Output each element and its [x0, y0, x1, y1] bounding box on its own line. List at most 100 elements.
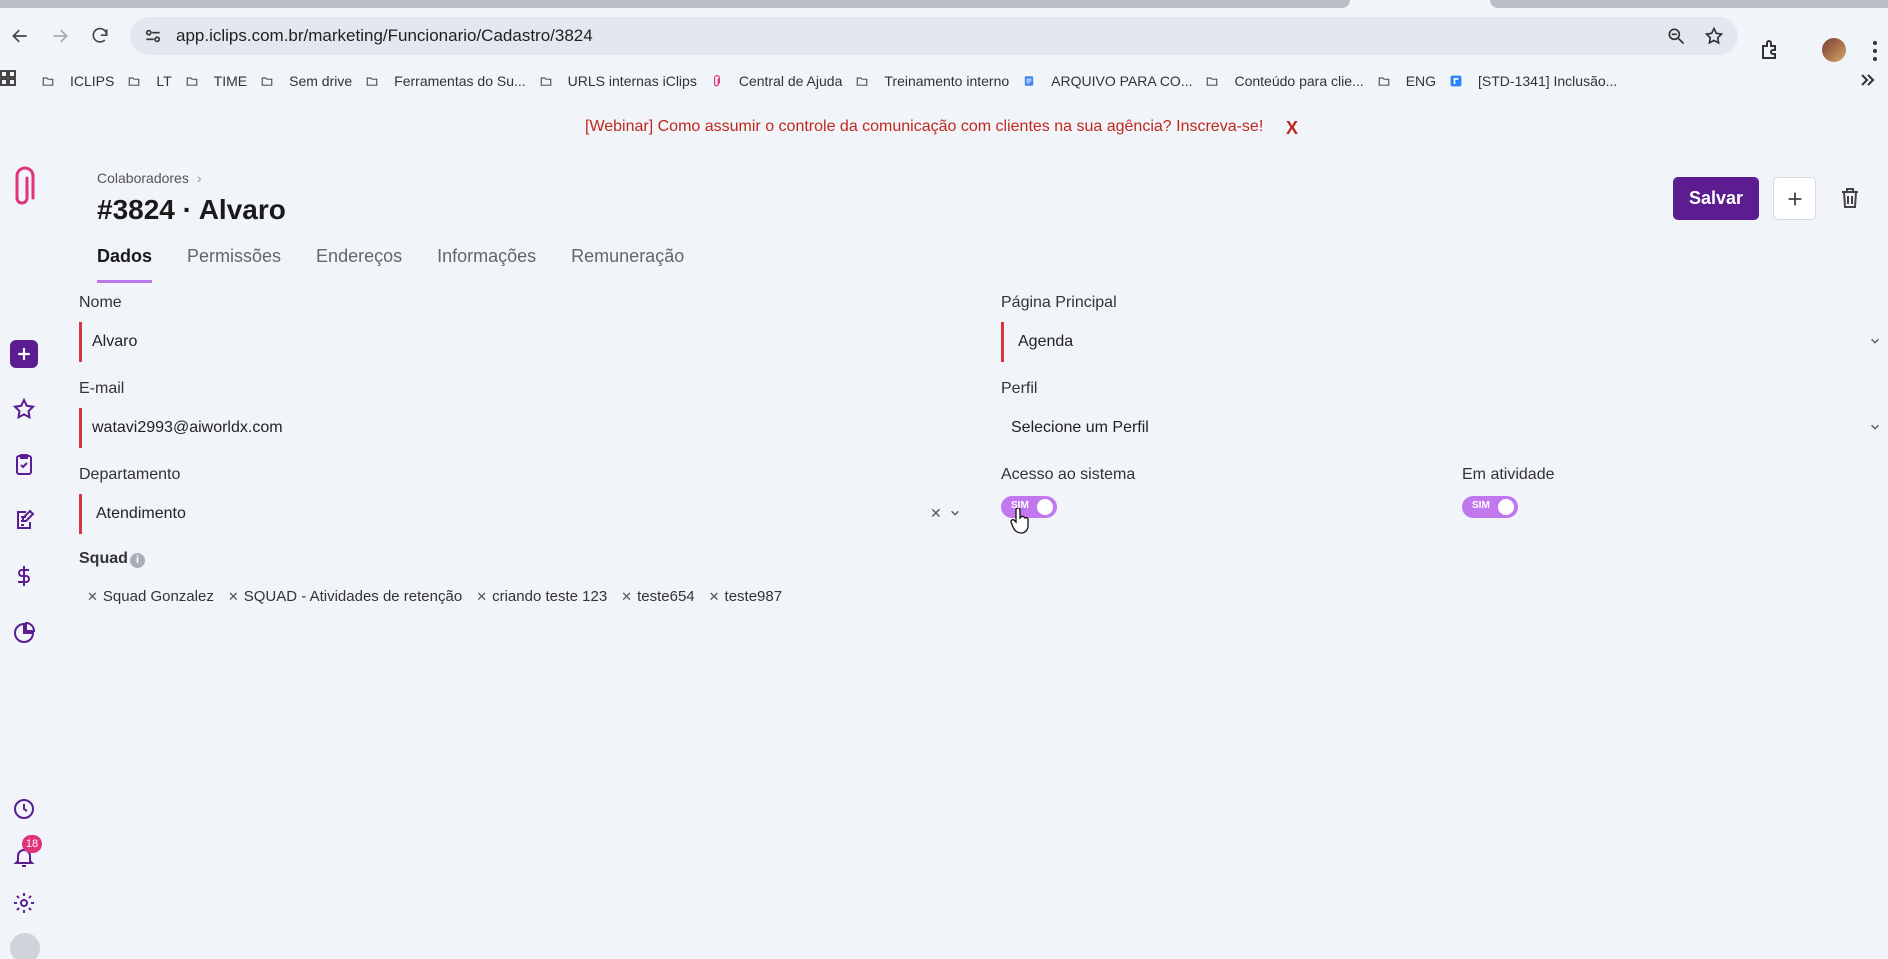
chevron-down-icon[interactable] — [1869, 334, 1883, 348]
gear-icon[interactable] — [10, 889, 38, 917]
url-text[interactable]: app.iclips.com.br/marketing/Funcionario/… — [176, 26, 593, 46]
atividade-label: Em atividade — [1462, 466, 1555, 483]
clear-icon[interactable]: ✕ — [930, 505, 942, 522]
back-icon[interactable] — [0, 16, 40, 56]
folder-icon — [366, 71, 386, 91]
pagina-principal-value[interactable]: Agenda — [1018, 333, 1073, 351]
bookmark-item[interactable]: Ferramentas do Su... — [366, 71, 526, 91]
browser-tab[interactable] — [0, 0, 1350, 8]
banner-close-button[interactable]: X — [1286, 118, 1298, 139]
bookmark-label[interactable]: LT — [156, 73, 171, 89]
bookmark-item[interactable]: Treinamento interno — [856, 71, 1009, 91]
bookmark-label[interactable]: ENG — [1406, 73, 1436, 89]
iclips-logo-icon[interactable] — [10, 166, 36, 210]
tab-bar: Dados Permissões Endereços Informações R… — [97, 246, 719, 283]
tab-dados[interactable]: Dados — [97, 246, 153, 283]
info-icon[interactable]: i — [130, 553, 145, 568]
jira-icon — [1450, 71, 1470, 91]
chevron-down-icon[interactable] — [1869, 420, 1883, 434]
clipboard-check-icon[interactable] — [10, 450, 38, 478]
atividade-toggle[interactable]: SIM — [1462, 496, 1518, 518]
tab-enderecos[interactable]: Endereços — [316, 246, 402, 283]
trash-icon[interactable] — [1834, 182, 1866, 214]
bookmark-label[interactable]: Central de Ajuda — [739, 73, 843, 89]
remove-chip-icon[interactable]: ✕ — [709, 589, 720, 605]
extensions-icon[interactable] — [1758, 38, 1782, 62]
bookmark-item[interactable]: [STD-1341] Inclusão... — [1450, 71, 1617, 91]
bookmark-item[interactable]: LT — [128, 71, 172, 91]
toggle-knob — [1498, 499, 1514, 515]
squad-chip: ✕ SQUAD - Atividades de retenção — [228, 588, 462, 605]
chip-label: teste654 — [637, 588, 695, 605]
zoom-icon[interactable] — [1666, 26, 1686, 46]
email-field[interactable]: watavi2993@aiworldx.com — [79, 408, 959, 448]
browser-menu-icon[interactable] — [1872, 40, 1878, 62]
clock-icon[interactable] — [10, 795, 38, 823]
breadcrumb-link[interactable]: Colaboradores — [97, 170, 189, 186]
add-button[interactable] — [1773, 177, 1816, 220]
tab-permissoes[interactable]: Permissões — [187, 246, 281, 283]
banner-text[interactable]: [Webinar] Como assumir o controle da com… — [585, 118, 1263, 136]
bookmark-item[interactable]: ENG — [1378, 71, 1436, 91]
tab-remuneracao[interactable]: Remuneração — [571, 246, 684, 283]
site-settings-icon[interactable] — [142, 25, 164, 47]
bookmark-item[interactable]: Central de Ajuda — [711, 71, 843, 91]
folder-icon — [42, 71, 62, 91]
squad-chip: ✕ teste987 — [709, 588, 782, 605]
star-icon[interactable] — [10, 395, 38, 423]
nome-label: Nome — [79, 294, 122, 311]
browser-tab[interactable] — [1490, 0, 1888, 8]
bookmark-label[interactable]: ARQUIVO PARA CO... — [1051, 73, 1192, 89]
perfil-select[interactable]: Selecione um Perfil — [1001, 408, 1879, 448]
address-bar[interactable]: app.iclips.com.br/marketing/Funcionario/… — [130, 17, 1738, 55]
bookmark-label[interactable]: URLS internas iClips — [568, 73, 697, 89]
bookmark-item[interactable]: Conteúdo para clie... — [1206, 71, 1364, 91]
chip-label: criando teste 123 — [492, 588, 608, 605]
bookmark-label[interactable]: Treinamento interno — [884, 73, 1009, 89]
notification-badge: 18 — [22, 835, 42, 853]
page-title: #3824 · Alvaro — [97, 194, 286, 225]
bookmark-star-icon[interactable] — [1704, 26, 1724, 46]
bookmark-item[interactable]: URLS internas iClips — [540, 71, 697, 91]
acesso-label: Acesso ao sistema — [1001, 466, 1136, 483]
bookmark-item[interactable]: ICLIPS — [42, 71, 114, 91]
apps-grid-icon[interactable] — [0, 70, 22, 92]
remove-chip-icon[interactable]: ✕ — [228, 589, 239, 605]
add-icon[interactable] — [10, 340, 38, 368]
browser-toolbar: app.iclips.com.br/marketing/Funcionario/… — [0, 14, 1888, 62]
bookmark-label[interactable]: ICLIPS — [70, 73, 114, 89]
bookmark-label[interactable]: Conteúdo para clie... — [1234, 73, 1363, 89]
chevron-down-icon[interactable] — [949, 506, 963, 520]
nome-value[interactable]: Alvaro — [92, 333, 137, 351]
bookmark-item[interactable]: ARQUIVO PARA CO... — [1023, 71, 1192, 91]
bookmark-item[interactable]: Sem drive — [261, 71, 352, 91]
remove-chip-icon[interactable]: ✕ — [87, 589, 98, 605]
nome-field[interactable]: Alvaro — [79, 322, 959, 362]
dollar-icon[interactable] — [10, 562, 38, 590]
more-bookmarks-icon[interactable] — [1858, 70, 1878, 90]
departamento-value[interactable]: Atendimento — [96, 505, 186, 523]
bookmark-item[interactable]: TIME — [186, 71, 247, 91]
perfil-label: Perfil — [1001, 380, 1038, 397]
remove-chip-icon[interactable]: ✕ — [476, 589, 487, 605]
departamento-select[interactable]: Atendimento ✕ — [79, 494, 959, 534]
pagina-principal-label: Página Principal — [1001, 294, 1117, 311]
bookmark-label[interactable]: Sem drive — [289, 73, 352, 89]
profile-avatar[interactable] — [1822, 38, 1846, 62]
user-avatar[interactable] — [10, 933, 40, 959]
bookmark-label[interactable]: [STD-1341] Inclusão... — [1478, 73, 1617, 89]
document-edit-icon[interactable] — [10, 506, 38, 534]
remove-chip-icon[interactable]: ✕ — [621, 589, 632, 605]
bookmark-label[interactable]: TIME — [214, 73, 247, 89]
reload-icon[interactable] — [80, 16, 120, 56]
save-button[interactable]: Salvar — [1673, 177, 1759, 220]
pagina-principal-select[interactable]: Agenda — [1001, 322, 1879, 362]
tab-informacoes[interactable]: Informações — [437, 246, 536, 283]
chip-label: teste987 — [724, 588, 783, 605]
doc-icon — [1023, 71, 1043, 91]
forward-icon[interactable] — [40, 16, 80, 56]
pie-chart-icon[interactable] — [10, 619, 38, 647]
email-value[interactable]: watavi2993@aiworldx.com — [92, 419, 283, 437]
perfil-value[interactable]: Selecione um Perfil — [1011, 419, 1149, 437]
bookmark-label[interactable]: Ferramentas do Su... — [394, 73, 526, 89]
